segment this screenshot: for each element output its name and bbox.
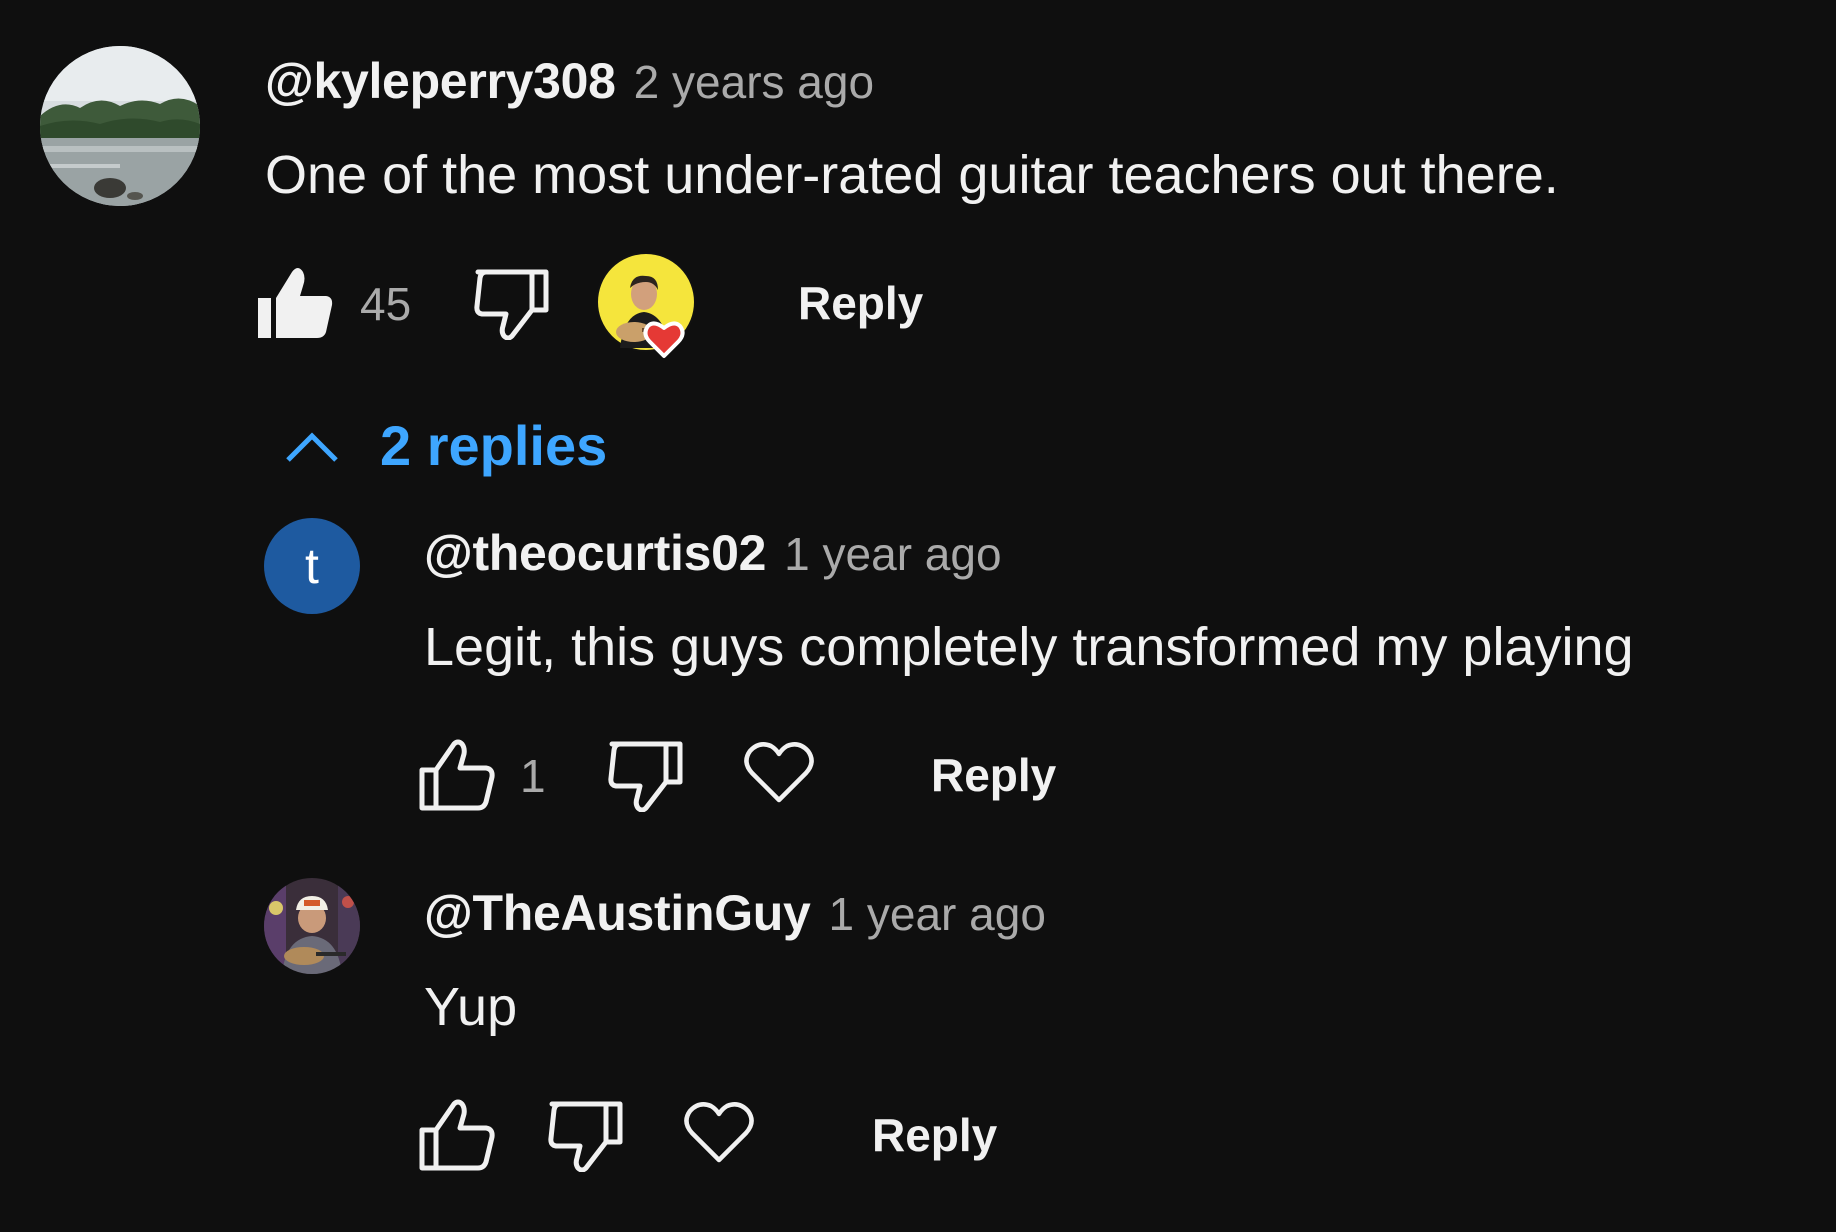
reply-button[interactable]: Reply <box>872 1112 997 1158</box>
reply-header: @theocurtis02 1 year ago <box>424 524 1002 582</box>
heart-outline-icon <box>684 1102 754 1163</box>
reply-body: Legit, this guys completely transformed … <box>424 617 1634 677</box>
like-button[interactable] <box>256 266 334 340</box>
chevron-up-icon <box>286 432 338 462</box>
thumbs-down-icon <box>608 741 683 812</box>
reply-timestamp[interactable]: 1 year ago <box>784 527 1001 581</box>
reply-timestamp[interactable]: 1 year ago <box>829 887 1046 941</box>
like-button[interactable] <box>418 1098 496 1172</box>
thumbs-down-icon <box>474 269 549 340</box>
lake-landscape-avatar-icon <box>40 46 200 206</box>
reply-button[interactable]: Reply <box>931 752 1056 798</box>
comment-header: @kyleperry308 2 years ago <box>265 52 874 110</box>
dislike-button[interactable] <box>472 266 550 340</box>
dislike-button[interactable] <box>546 1098 624 1172</box>
like-count: 45 <box>360 278 412 330</box>
comment-author[interactable]: @kyleperry308 <box>265 52 616 110</box>
reply-body: Yup <box>424 977 518 1037</box>
creator-heart-avatar[interactable] <box>596 252 696 358</box>
like-button[interactable] <box>418 738 496 812</box>
replies-count-label: 2 replies <box>380 414 608 477</box>
reply-avatar[interactable]: t <box>264 518 360 614</box>
reply-author[interactable]: @theocurtis02 <box>424 524 766 582</box>
comment-timestamp[interactable]: 2 years ago <box>634 55 874 109</box>
heart-button[interactable] <box>684 1100 754 1164</box>
thumbs-up-icon <box>419 1099 495 1171</box>
creator-heart-badge-icon <box>596 252 696 358</box>
reply-button[interactable]: Reply <box>798 280 923 326</box>
comment-body: One of the most under-rated guitar teach… <box>265 145 1559 205</box>
reply-author[interactable]: @TheAustinGuy <box>424 884 811 942</box>
thumbs-up-filled-icon <box>258 268 333 338</box>
like-count: 1 <box>520 750 546 802</box>
thumbs-up-icon <box>419 739 495 811</box>
dislike-button[interactable] <box>606 738 684 812</box>
commenter-avatar[interactable] <box>40 46 200 206</box>
replies-toggle[interactable]: 2 replies <box>284 414 607 478</box>
reply-avatar[interactable] <box>264 878 360 974</box>
thumbs-down-icon <box>548 1101 623 1172</box>
reply-header: @TheAustinGuy 1 year ago <box>424 884 1046 942</box>
photo-avatar-icon <box>264 878 360 974</box>
heart-button[interactable] <box>744 740 814 804</box>
heart-outline-icon <box>744 742 814 803</box>
